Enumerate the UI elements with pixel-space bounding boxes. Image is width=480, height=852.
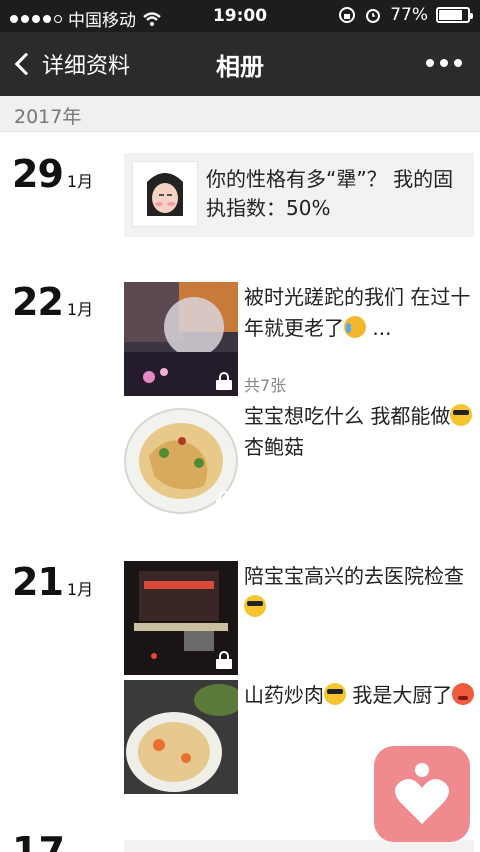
photo-count: 共7张 <box>244 376 287 395</box>
post-photo[interactable] <box>124 561 238 675</box>
shared-link-card[interactable]: 你的性格有多“犟”？ 我的固执指数：50% <box>124 153 474 237</box>
battery-icon <box>436 7 473 23</box>
private-lock-icon <box>216 372 232 390</box>
page-title: 相册 <box>216 53 264 81</box>
post-date: 17 <box>12 832 65 852</box>
private-lock-icon <box>216 651 232 669</box>
sunglasses-emoji-icon <box>244 595 266 617</box>
alarm-icon <box>366 9 381 23</box>
year-header: 2017年 <box>0 96 480 132</box>
post-photo[interactable] <box>124 401 238 515</box>
post-caption: 被时光蹉跎的我们 在过十年就更老了 ... <box>244 285 471 340</box>
sunglasses-emoji-icon <box>324 683 346 705</box>
post-caption: 山药炒肉 我是大厨了 <box>244 680 476 711</box>
link-title: 你的性格有多“犟”？ 我的固执指数：50% <box>206 167 454 220</box>
post-photo[interactable] <box>124 680 238 794</box>
battery-percent: 77% <box>390 5 428 25</box>
post-photo[interactable] <box>124 282 238 396</box>
status-bar: 中国移动 19:00 77% <box>0 0 480 32</box>
private-lock-icon <box>216 491 232 509</box>
post-date: 21 1月 <box>12 560 94 604</box>
post-date: 29 1月 <box>12 152 94 196</box>
link-thumbnail <box>132 161 198 227</box>
rotation-lock-icon <box>339 7 356 23</box>
post-caption: 宝宝想吃什么 我都能做杏鲍菇 <box>244 401 476 463</box>
sunglasses-emoji-icon <box>450 404 473 426</box>
nav-bar: 详细资料 相册 <box>0 32 480 96</box>
post-caption: 陪宝宝高兴的去医院检查 <box>244 561 476 623</box>
crying-emoji-icon <box>344 316 366 338</box>
more-options-button[interactable] <box>426 59 462 67</box>
floating-heart-button[interactable] <box>374 746 470 842</box>
angry-emoji-icon <box>452 683 475 705</box>
post-date: 22 1月 <box>12 280 94 324</box>
heart-person-icon <box>395 763 449 824</box>
more-dot-icon <box>426 59 434 67</box>
